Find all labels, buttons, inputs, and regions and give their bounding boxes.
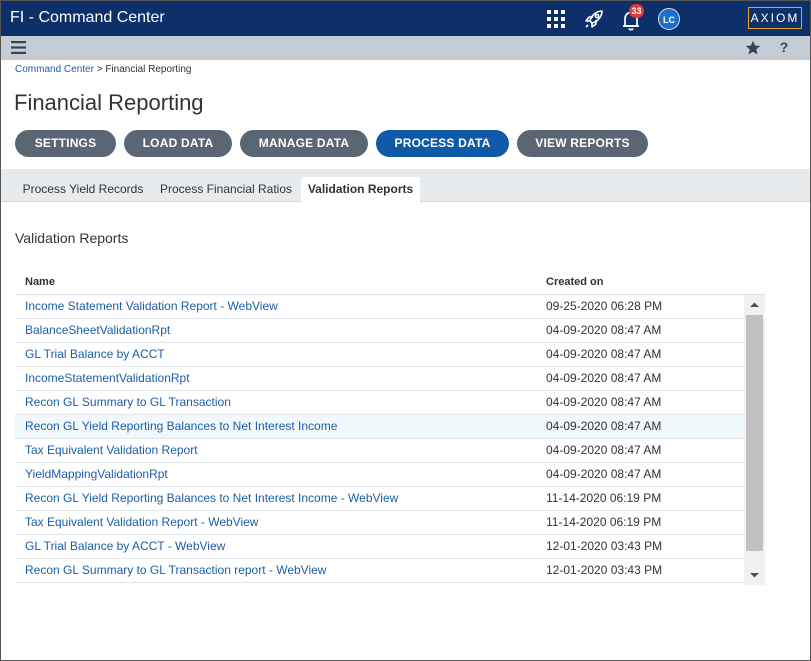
tab-validation-reports[interactable]: Validation Reports: [301, 177, 420, 202]
breadcrumb-command-center[interactable]: Command Center: [15, 64, 94, 75]
scrollbar-thumb[interactable]: [746, 315, 763, 551]
view-reports-button[interactable]: VIEW REPORTS: [517, 130, 648, 157]
column-header-name[interactable]: Name: [25, 276, 55, 288]
report-link[interactable]: BalanceSheetValidationRpt: [25, 323, 170, 337]
section-title: Validation Reports: [15, 230, 129, 246]
report-link[interactable]: YieldMappingValidationRpt: [25, 467, 168, 481]
report-link[interactable]: Recon GL Summary to GL Transaction repor…: [25, 563, 326, 577]
report-link[interactable]: Income Statement Validation Report - Web…: [25, 299, 278, 313]
table-row[interactable]: IncomeStatementValidationRpt 04-09-2020 …: [15, 367, 744, 391]
app-title: FI - Command Center: [10, 9, 165, 26]
app-window: FI - Command Center 33 LC AXIOM ? Comman…: [0, 0, 811, 661]
created-on: 12-01-2020 03:43 PM: [546, 563, 663, 577]
notifications-button[interactable]: 33: [619, 4, 645, 32]
help-icon[interactable]: ?: [776, 39, 792, 57]
table-row[interactable]: GL Trial Balance by ACCT - WebView 12-01…: [15, 535, 744, 559]
scroll-up-arrow-icon[interactable]: [744, 295, 765, 315]
table-row[interactable]: BalanceSheetValidationRpt 04-09-2020 08:…: [15, 319, 744, 343]
created-on: 04-09-2020 08:47 AM: [546, 443, 662, 457]
table-header: Name Created on: [15, 269, 765, 295]
created-on: 04-09-2020 08:47 AM: [546, 419, 662, 433]
table-scrollbar[interactable]: [744, 295, 765, 585]
created-on: 12-01-2020 03:43 PM: [546, 539, 663, 553]
created-on: 04-09-2020 08:47 AM: [546, 467, 662, 481]
column-header-created-on[interactable]: Created on: [546, 276, 603, 288]
table-row[interactable]: Recon GL Summary to GL Transaction 04-09…: [15, 391, 744, 415]
table-row[interactable]: Recon GL Yield Reporting Balances to Net…: [15, 415, 744, 439]
table-row[interactable]: GL Trial Balance by ACCT 04-09-2020 08:4…: [15, 343, 744, 367]
report-link[interactable]: Tax Equivalent Validation Report - WebVi…: [25, 515, 258, 529]
created-on: 09-25-2020 06:28 PM: [546, 299, 663, 313]
avatar[interactable]: LC: [658, 8, 680, 30]
table-row[interactable]: YieldMappingValidationRpt 04-09-2020 08:…: [15, 463, 744, 487]
page-title: Financial Reporting: [14, 90, 204, 115]
tab-process-financial-ratios[interactable]: Process Financial Ratios: [153, 177, 299, 202]
report-link[interactable]: Recon GL Summary to GL Transaction: [25, 395, 231, 409]
breadcrumb: Command Center > Financial Reporting: [15, 64, 192, 75]
breadcrumb-separator: >: [96, 64, 103, 75]
created-on: 11-14-2020 06:19 PM: [546, 491, 662, 505]
secondary-toolbar: ?: [1, 36, 810, 60]
created-on: 04-09-2020 08:47 AM: [546, 371, 662, 385]
settings-button[interactable]: SETTINGS: [15, 130, 116, 157]
top-bar: FI - Command Center 33 LC AXIOM: [1, 1, 810, 36]
table-row[interactable]: Income Statement Validation Report - Web…: [15, 295, 744, 319]
manage-data-button[interactable]: MANAGE DATA: [240, 130, 368, 157]
created-on: 11-14-2020 06:19 PM: [546, 515, 662, 529]
table-row[interactable]: Tax Equivalent Validation Report - WebVi…: [15, 511, 744, 535]
report-link[interactable]: Recon GL Yield Reporting Balances to Net…: [25, 491, 398, 505]
notification-badge: 33: [629, 4, 644, 18]
tab-bar: Process Yield Records Process Financial …: [1, 169, 810, 202]
hamburger-menu-icon[interactable]: [11, 41, 26, 54]
report-link[interactable]: GL Trial Balance by ACCT - WebView: [25, 539, 225, 553]
rocket-icon[interactable]: [583, 8, 605, 30]
created-on: 04-09-2020 08:47 AM: [546, 395, 662, 409]
report-link[interactable]: IncomeStatementValidationRpt: [25, 371, 190, 385]
report-link[interactable]: Tax Equivalent Validation Report: [25, 443, 198, 457]
breadcrumb-current: Financial Reporting: [105, 64, 192, 75]
load-data-button[interactable]: LOAD DATA: [124, 130, 232, 157]
created-on: 04-09-2020 08:47 AM: [546, 323, 662, 337]
star-icon[interactable]: [745, 40, 761, 56]
tab-process-yield-records[interactable]: Process Yield Records: [15, 177, 151, 202]
scroll-down-arrow-icon[interactable]: [744, 565, 765, 585]
process-data-button[interactable]: PROCESS DATA: [376, 130, 509, 157]
report-link[interactable]: Recon GL Yield Reporting Balances to Net…: [25, 419, 337, 433]
created-on: 04-09-2020 08:47 AM: [546, 347, 662, 361]
grid-icon[interactable]: [547, 10, 565, 28]
report-link[interactable]: GL Trial Balance by ACCT: [25, 347, 165, 361]
table-row[interactable]: Recon GL Summary to GL Transaction repor…: [15, 559, 744, 583]
table-row[interactable]: Tax Equivalent Validation Report 04-09-2…: [15, 439, 744, 463]
table-row[interactable]: Recon GL Yield Reporting Balances to Net…: [15, 487, 744, 511]
axiom-logo: AXIOM: [748, 7, 802, 29]
